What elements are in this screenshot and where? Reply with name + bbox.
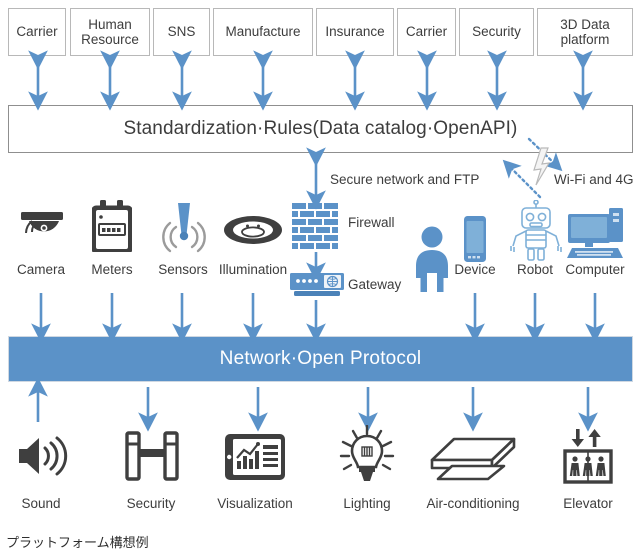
service-label-sound: Sound: [21, 496, 61, 511]
smartphone-icon[interactable]: [463, 215, 487, 263]
node-label-gateway: Gateway: [348, 277, 402, 292]
consumer-box-carrier-2[interactable]: Carrier: [397, 8, 456, 56]
service-label-air-conditioning: Air-conditioning: [426, 496, 520, 511]
robot-icon[interactable]: [508, 199, 564, 262]
network-gateway-icon[interactable]: [289, 272, 345, 298]
consumer-box-security[interactable]: Security: [459, 8, 534, 56]
consumer-box-human-resource[interactable]: Human Resource: [70, 8, 150, 56]
device-label-meters: Meters: [91, 262, 133, 277]
elevator-icon[interactable]: [560, 428, 616, 484]
device-label-device: Device: [454, 262, 496, 277]
dome-camera-icon[interactable]: [17, 208, 67, 250]
service-label-elevator: Elevator: [563, 496, 613, 511]
light-bulb-icon[interactable]: [338, 424, 396, 483]
standardization-rules-bar[interactable]: Standardization·Rules(Data catalog·OpenA…: [8, 105, 633, 153]
node-label-firewall: Firewall: [348, 215, 395, 230]
person-icon[interactable]: [411, 226, 453, 292]
service-label-security: Security: [126, 496, 176, 511]
brick-wall-icon[interactable]: [292, 203, 340, 251]
consumer-box-insurance[interactable]: Insurance: [316, 8, 394, 56]
device-label-camera: Camera: [16, 262, 66, 277]
consumer-box-carrier-1[interactable]: Carrier: [8, 8, 66, 56]
service-label-visualization: Visualization: [217, 496, 293, 511]
consumer-box-sns[interactable]: SNS: [153, 8, 210, 56]
desktop-computer-icon[interactable]: [566, 208, 624, 260]
service-label-lighting: Lighting: [343, 496, 391, 511]
annotation-secure-network-ftp: Secure network and FTP: [330, 172, 480, 187]
turnstile-gate-icon[interactable]: [124, 430, 180, 482]
device-label-robot: Robot: [516, 262, 554, 277]
consumer-box-manufacture[interactable]: Manufacture: [213, 8, 313, 56]
consumer-box-3d-data-platform[interactable]: 3D Data platform: [537, 8, 633, 56]
network-open-protocol-bar[interactable]: Network·Open Protocol: [8, 336, 633, 382]
figure-caption: プラットフォーム構想例: [6, 536, 149, 551]
ceiling-light-icon[interactable]: [222, 213, 284, 247]
speaker-sound-icon[interactable]: [16, 434, 68, 478]
sensor-beam-icon[interactable]: [160, 203, 208, 253]
device-label-illumination: Illumination: [218, 262, 288, 277]
device-label-sensors: Sensors: [158, 262, 208, 277]
tablet-chart-icon[interactable]: [224, 433, 286, 481]
annotation-wifi-4g: Wi-Fi and 4G: [554, 172, 634, 187]
device-label-computer: Computer: [565, 262, 625, 277]
ceiling-ac-unit-icon[interactable]: [430, 437, 516, 483]
utility-meter-icon[interactable]: [91, 200, 133, 254]
